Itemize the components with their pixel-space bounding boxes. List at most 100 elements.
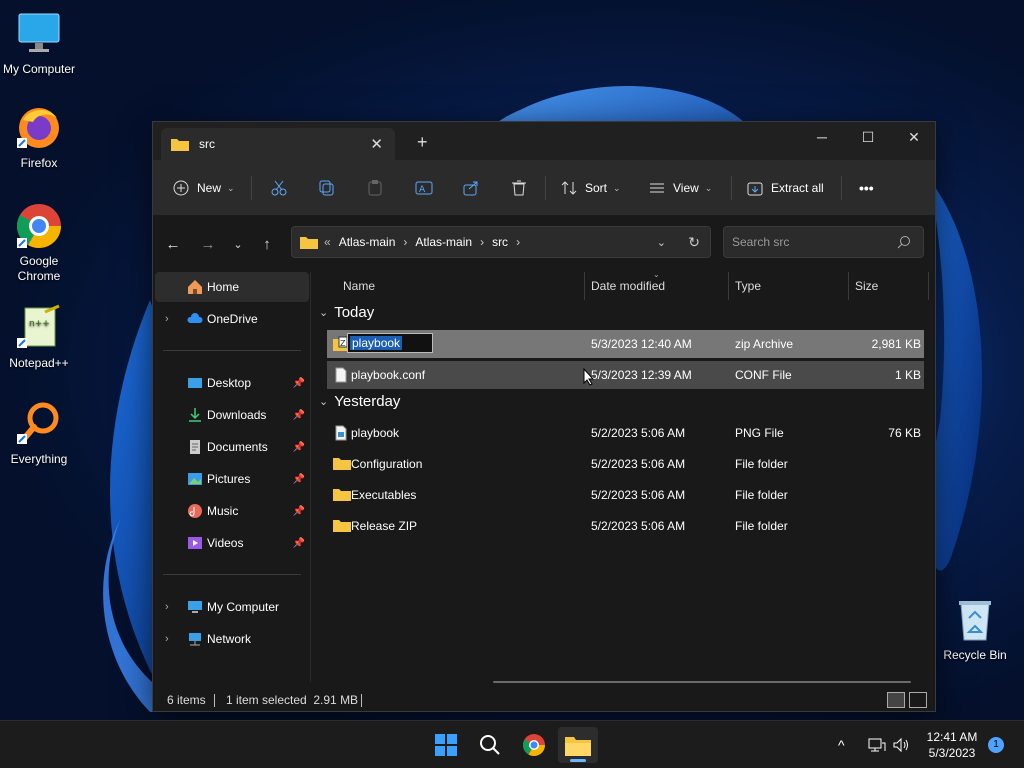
divider (545, 176, 546, 200)
nav-item-my-computer[interactable]: › My Computer (155, 592, 309, 622)
nav-item-desktop[interactable]: Desktop 📌 (155, 368, 309, 398)
more-options-button[interactable]: ••• (859, 174, 874, 202)
close-tab-icon[interactable]: ✕ (370, 135, 383, 153)
nav-item-onedrive[interactable]: › OneDrive (155, 304, 309, 334)
divider (251, 176, 252, 200)
column-divider[interactable] (728, 272, 729, 300)
music-icon (188, 504, 202, 518)
view-button[interactable]: View ⌄ (649, 174, 712, 202)
nav-item-videos[interactable]: Videos 📌 (155, 528, 309, 558)
column-divider[interactable] (848, 272, 849, 300)
refresh-icon[interactable]: ↻ (688, 234, 700, 251)
expand-chevron-icon[interactable]: › (165, 633, 169, 645)
desktop-icon-recycle-bin[interactable]: Recycle Bin (936, 596, 1014, 663)
maximize-button[interactable]: ☐ (845, 122, 891, 152)
search-placeholder: Search src (732, 235, 790, 249)
view-toggle (887, 692, 927, 708)
document-icon (190, 440, 200, 454)
breadcrumb-item[interactable]: Atlas-main (415, 235, 472, 249)
folder-icon (333, 520, 351, 532)
desktop-icon-notepadpp[interactable]: n++ Notepad++ (0, 304, 78, 371)
pin-icon: 📌 (292, 537, 305, 549)
address-bar[interactable]: « Atlas-main › Atlas-main › src › ⌄ ↻ (291, 226, 711, 258)
column-header-type[interactable]: Type (735, 272, 845, 300)
breadcrumb-item[interactable]: Atlas-main (339, 235, 396, 249)
breadcrumb-overflow[interactable]: « (324, 235, 331, 249)
search-input[interactable]: Search src (723, 226, 924, 258)
desktop-icon-my-computer[interactable]: My Computer (0, 10, 78, 77)
nav-item-home[interactable]: Home (155, 272, 309, 302)
up-button[interactable]: ↑ (255, 232, 279, 256)
tab-src[interactable]: src ✕ (161, 128, 395, 160)
copy-button[interactable] (319, 174, 343, 202)
chevron-right-icon[interactable]: › (480, 235, 484, 249)
notification-badge[interactable]: 1 (988, 737, 1004, 753)
collapse-chevron-icon[interactable]: ⌄ (319, 306, 328, 319)
document-icon (335, 367, 347, 383)
pin-icon: 📌 (292, 441, 305, 453)
column-header-size[interactable]: Size (855, 272, 925, 300)
nav-item-downloads[interactable]: Downloads 📌 (155, 400, 309, 430)
taskbar-file-explorer[interactable] (558, 727, 598, 763)
desktop-icon-chrome[interactable]: Google Chrome (0, 202, 78, 284)
file-row[interactable]: Configuration 5/2/2023 5:06 AM File fold… (327, 450, 924, 478)
file-row[interactable]: playbook 5/2/2023 5:06 AM PNG File 76 KB (327, 419, 924, 447)
expand-chevron-icon[interactable]: › (165, 601, 169, 613)
nav-item-network[interactable]: › Network (155, 624, 309, 654)
paste-button[interactable] (367, 174, 391, 202)
sort-button[interactable]: Sort ⌄ (561, 174, 621, 202)
column-header-name[interactable]: Name (343, 272, 583, 300)
horizontal-scrollbar[interactable] (493, 681, 911, 683)
file-row[interactable]: Release ZIP 5/2/2023 5:06 AM File folder (327, 512, 924, 540)
rename-input[interactable]: playbook (347, 333, 433, 353)
plus-circle-icon (173, 180, 189, 196)
file-name: playbook (351, 426, 400, 440)
network-tray-icon[interactable] (868, 721, 886, 768)
collapse-chevron-icon[interactable]: ⌄ (319, 395, 328, 408)
chevron-right-icon[interactable]: › (516, 235, 520, 249)
rename-button[interactable]: A (415, 174, 441, 202)
more-label: ••• (859, 180, 874, 196)
nav-item-documents[interactable]: Documents 📌 (155, 432, 309, 462)
recent-locations-button[interactable]: ⌄ (226, 232, 250, 256)
tiles-view-button[interactable] (909, 692, 927, 708)
file-row[interactable]: Z playbook 5/3/2023 12:40 AM zip Archive… (327, 330, 924, 358)
share-icon (463, 181, 478, 196)
forward-button[interactable]: → (196, 232, 220, 256)
new-button[interactable]: New ⌄ (173, 174, 235, 202)
new-tab-button[interactable]: + (417, 132, 428, 153)
search-button[interactable] (470, 727, 510, 763)
chevron-right-icon[interactable]: › (403, 235, 407, 249)
taskbar-chrome[interactable] (514, 727, 554, 763)
desktop-icon-firefox[interactable]: Firefox (0, 104, 78, 171)
file-date: 5/2/2023 5:06 AM (591, 519, 686, 533)
breadcrumb: « Atlas-main › Atlas-main › src › (324, 235, 528, 249)
system-clock[interactable]: 12:41 AM 5/3/2023 (920, 729, 984, 761)
expand-chevron-icon[interactable]: › (165, 313, 169, 325)
nav-item-pictures[interactable]: Pictures 📌 (155, 464, 309, 494)
nav-item-music[interactable]: Music 📌 (155, 496, 309, 526)
start-button[interactable] (426, 727, 466, 763)
desktop-icon-everything[interactable]: Everything (0, 400, 78, 467)
volume-tray-icon[interactable] (892, 721, 910, 768)
file-date: 5/3/2023 12:40 AM (591, 337, 692, 351)
sort-indicator-icon: ⌄ (653, 270, 660, 279)
address-dropdown-icon[interactable]: ⌄ (657, 236, 666, 249)
file-row[interactable]: playbook.conf 5/3/2023 12:39 AM CONF Fil… (327, 361, 924, 389)
details-view-button[interactable] (887, 692, 905, 708)
cut-button[interactable] (271, 174, 295, 202)
back-button[interactable]: ← (161, 232, 185, 256)
share-button[interactable] (463, 174, 487, 202)
delete-button[interactable] (511, 174, 535, 202)
column-divider[interactable] (584, 272, 585, 300)
extract-all-button[interactable]: Extract all (747, 174, 824, 202)
file-row[interactable]: Executables 5/2/2023 5:06 AM File folder (327, 481, 924, 509)
breadcrumb-item[interactable]: src (492, 235, 508, 249)
minimize-button[interactable]: ─ (799, 122, 845, 152)
group-header-today[interactable]: ⌄ Today (319, 304, 374, 321)
column-divider[interactable] (928, 272, 929, 300)
close-window-button[interactable]: ✕ (891, 122, 937, 152)
show-hidden-icons-button[interactable]: ^ (838, 721, 845, 768)
nav-label: My Computer (207, 600, 280, 614)
group-header-yesterday[interactable]: ⌄ Yesterday (319, 393, 400, 410)
